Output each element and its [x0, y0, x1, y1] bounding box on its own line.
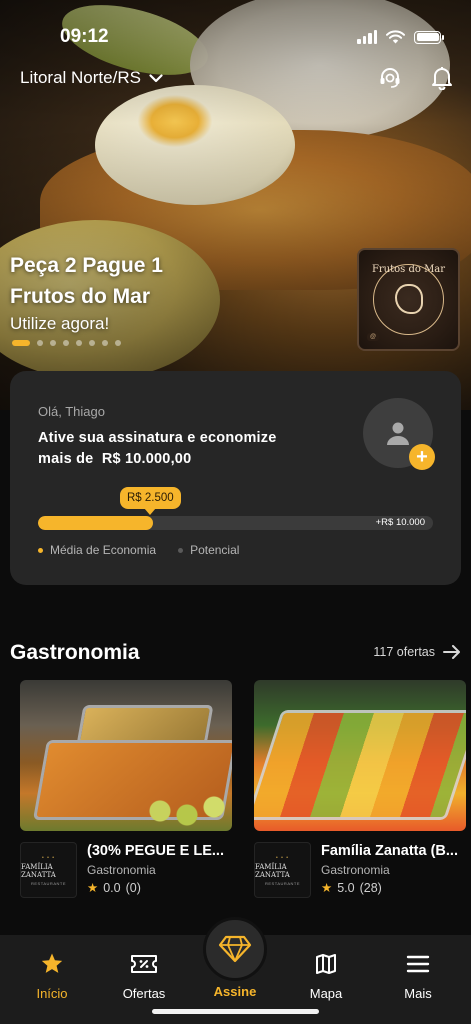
savings-card[interactable]: Olá, Thiago Ative sua assinatura e econo… [10, 371, 461, 585]
offer-category: Gastronomia [87, 863, 156, 877]
promo-subtitle: Utilize agora! [10, 314, 110, 333]
promo-title-line2: Frutos do Mar [10, 285, 150, 308]
offer-card[interactable]: • • • FAMÍLIA ZANATTA RESTAURANTE Famíli… [254, 680, 466, 899]
carousel-pagination[interactable] [12, 340, 121, 346]
tab-assine-label: Assine [213, 984, 257, 999]
savings-progress-fill [38, 516, 153, 530]
promo-title-line1: Peça 2 Pague 1 [10, 254, 163, 277]
restaurant-logo: • • • FAMÍLIA ZANATTA RESTAURANTE [254, 842, 311, 898]
legend-dot-potential [178, 547, 184, 553]
map-icon [316, 954, 336, 974]
add-photo-button[interactable]: + [409, 444, 435, 470]
hero-banner[interactable]: 09:12 Litoral Norte/RS Peça 2 Pague 1 Fr… [0, 0, 471, 410]
tab-ofertas[interactable]: Ofertas [104, 935, 184, 1005]
legend-potential-label: Potencial [190, 543, 240, 557]
savings-max-label: +R$ 10.000 [375, 517, 425, 528]
carousel-dot[interactable] [115, 340, 121, 346]
home-indicator [152, 1009, 319, 1014]
wifi-icon [386, 30, 405, 44]
carousel-dot[interactable] [12, 340, 30, 346]
partner-logo[interactable]: Frutos do Mar @ [357, 248, 460, 351]
restaurant-logo: • • • FAMÍLIA ZANATTA RESTAURANTE [20, 842, 77, 898]
carousel-dot[interactable] [50, 340, 56, 346]
savings-progress-bar: +R$ 10.000 [38, 516, 433, 530]
legend-average-label: Média de Economia [50, 543, 157, 557]
ticket-icon [131, 955, 157, 973]
carousel-dot[interactable] [102, 340, 108, 346]
savings-legend: Média de Economia Potencial [38, 543, 239, 557]
arrow-right-icon [443, 645, 460, 659]
avatar[interactable]: + [363, 398, 435, 470]
star-icon: ★ [87, 881, 99, 895]
current-savings-badge: R$ 2.500 [120, 487, 181, 515]
section-title: Gastronomia [10, 641, 140, 664]
region-label: Litoral Norte/RS [20, 68, 141, 87]
subscription-cta: Ative sua assinatura e economize mais de… [38, 430, 277, 467]
user-icon [387, 422, 409, 445]
greeting: Olá, Thiago [38, 404, 105, 419]
carousel-dot[interactable] [89, 340, 95, 346]
bell-icon [432, 67, 452, 90]
offer-photo [20, 680, 232, 831]
tab-mais[interactable]: Mais [378, 935, 458, 1005]
notifications-button[interactable] [429, 65, 455, 91]
legend-dot-average [38, 547, 43, 553]
tab-mapa[interactable]: Mapa [286, 935, 366, 1005]
tab-assine[interactable] [203, 917, 267, 981]
offer-photo [254, 680, 466, 831]
offer-rating: ★ 0.0 (0) [87, 880, 141, 896]
carousel-dot[interactable] [63, 340, 69, 346]
status-time: 09:12 [60, 26, 109, 47]
offer-name: (30% PEGUE E LE... [87, 843, 224, 859]
battery-icon [414, 30, 444, 44]
support-agent-icon [380, 68, 400, 88]
carousel-dot[interactable] [76, 340, 82, 346]
offer-rating: ★ 5.0 (28) [321, 880, 382, 896]
tab-inicio[interactable]: Início [12, 935, 92, 1005]
cellular-signal-icon [357, 30, 377, 44]
carousel-dot[interactable] [37, 340, 43, 346]
offer-category: Gastronomia [321, 863, 390, 877]
support-button[interactable] [377, 65, 403, 91]
star-icon: ★ [321, 881, 333, 895]
offer-name: Família Zanatta (B... [321, 843, 458, 859]
status-bar: 09:12 [0, 26, 471, 52]
chevron-down-icon [149, 73, 163, 82]
offers-count-label: 117 ofertas [373, 645, 435, 659]
diamond-icon [218, 935, 252, 963]
offer-card[interactable]: • • • FAMÍLIA ZANATTA RESTAURANTE (30% P… [20, 680, 232, 899]
shrimp-icon [395, 284, 423, 314]
star-icon [41, 953, 63, 973]
menu-icon [406, 955, 430, 973]
see-all-offers-link[interactable]: 117 ofertas [373, 645, 461, 659]
region-selector[interactable]: Litoral Norte/RS [20, 68, 163, 88]
partner-logo-name: Frutos do Mar [371, 264, 446, 275]
promo-text: Peça 2 Pague 1 Frutos do Mar Utilize ago… [10, 250, 163, 334]
